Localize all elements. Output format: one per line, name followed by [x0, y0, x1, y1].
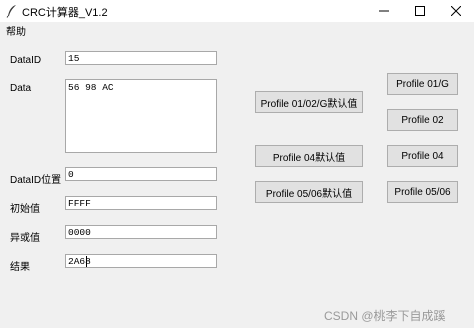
minimize-icon	[379, 10, 389, 12]
menu-bar: 帮助	[0, 22, 474, 38]
title-bar: CRC计算器_V1.2	[0, 0, 474, 22]
profile-01-02-g-default-button[interactable]: Profile 01/02/G默认值	[255, 91, 363, 113]
dataid-label: DataID	[10, 55, 42, 66]
close-icon	[451, 6, 461, 16]
profile-05-06-default-button[interactable]: Profile 05/06默认值	[255, 181, 363, 203]
feather-icon	[6, 5, 16, 18]
dataid-input[interactable]	[65, 51, 217, 65]
data-textarea[interactable]: 56 98 AC	[65, 79, 217, 153]
watermark-text: CSDN @桃李下自成蹊	[324, 309, 446, 323]
dataid-position-label: DataID位置	[10, 175, 62, 186]
profile-04-default-button[interactable]: Profile 04默认值	[255, 145, 363, 167]
initial-value-input[interactable]	[65, 196, 217, 210]
initial-value-label: 初始值	[10, 204, 40, 215]
profile-01-g-button[interactable]: Profile 01/G	[387, 73, 458, 95]
menu-help[interactable]: 帮助	[6, 23, 26, 38]
result-input[interactable]	[65, 254, 217, 268]
dataid-position-input[interactable]	[65, 167, 217, 181]
minimize-button[interactable]	[366, 0, 402, 22]
xor-value-input[interactable]	[65, 225, 217, 239]
window-title: CRC计算器_V1.2	[22, 7, 108, 19]
close-button[interactable]	[438, 0, 474, 22]
data-label: Data	[10, 83, 32, 94]
maximize-button[interactable]	[402, 0, 438, 22]
profile-05-06-button[interactable]: Profile 05/06	[387, 181, 458, 203]
result-label: 结果	[10, 262, 30, 273]
xor-value-label: 异或值	[10, 233, 40, 244]
maximize-icon	[415, 6, 425, 16]
profile-04-button[interactable]: Profile 04	[387, 145, 458, 167]
text-caret	[86, 256, 87, 267]
profile-02-button[interactable]: Profile 02	[387, 109, 458, 131]
